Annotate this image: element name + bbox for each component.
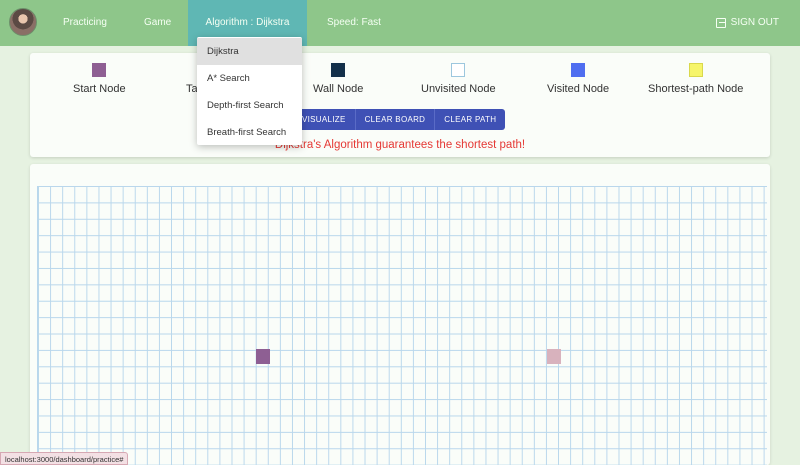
legend-label: Unvisited Node (421, 83, 496, 95)
visited-node-swatch (571, 63, 586, 77)
start-node[interactable] (256, 349, 270, 364)
grid-panel (30, 164, 770, 465)
algorithm-message: Dijkstra's Algorithm guarantees the shor… (274, 139, 526, 151)
wall-node-swatch (331, 63, 346, 77)
signout-button[interactable]: SIGN OUT (715, 0, 779, 46)
signout-icon (715, 18, 726, 28)
user-avatar[interactable] (9, 8, 37, 36)
legend-panel: Start Node Target Node Wall Node Unvisit… (30, 53, 770, 157)
dropdown-item-breadth-first[interactable]: Breath-first Search (197, 119, 302, 146)
legend-shortest-path-node: Shortest-path Node (648, 53, 743, 95)
clear-path-button[interactable]: CLEAR PATH (435, 109, 505, 130)
nav-speed-selector[interactable]: Speed: Fast (327, 0, 381, 46)
algorithm-dropdown-menu: Dijkstra A* Search Depth-first Search Br… (197, 37, 302, 145)
legend-wall-node: Wall Node (313, 53, 363, 95)
clear-board-button[interactable]: CLEAR BOARD (356, 109, 436, 130)
legend-label: Shortest-path Node (648, 83, 744, 95)
legend-start-node: Start Node (73, 53, 126, 95)
dropdown-item-depth-first[interactable]: Depth-first Search (197, 92, 302, 119)
start-node-swatch (92, 63, 107, 77)
signout-label: SIGN OUT (730, 17, 779, 28)
nav-practicing[interactable]: Practicing (63, 0, 107, 46)
control-button-group: VISUALIZE CLEAR BOARD CLEAR PATH (278, 109, 506, 130)
dropdown-item-dijkstra[interactable]: Dijkstra (197, 38, 302, 65)
legend-label: Start Node (73, 83, 126, 95)
legend-label: Wall Node (313, 83, 364, 95)
nav-game[interactable]: Game (144, 0, 171, 46)
unvisited-node-swatch (451, 63, 466, 77)
browser-status-url: localhost:3000/dashboard/practice# (0, 452, 129, 465)
legend-visited-node: Visited Node (547, 53, 609, 95)
top-navbar: Practicing Game Algorithm : Dijkstra Spe… (0, 0, 800, 46)
shortest-path-node-swatch (688, 63, 703, 77)
target-node[interactable] (547, 349, 561, 364)
dropdown-item-a-star[interactable]: A* Search (197, 65, 302, 92)
legend-unvisited-node: Unvisited Node (421, 53, 496, 95)
pathfinding-grid[interactable] (37, 186, 767, 465)
legend-label: Visited Node (547, 83, 610, 95)
